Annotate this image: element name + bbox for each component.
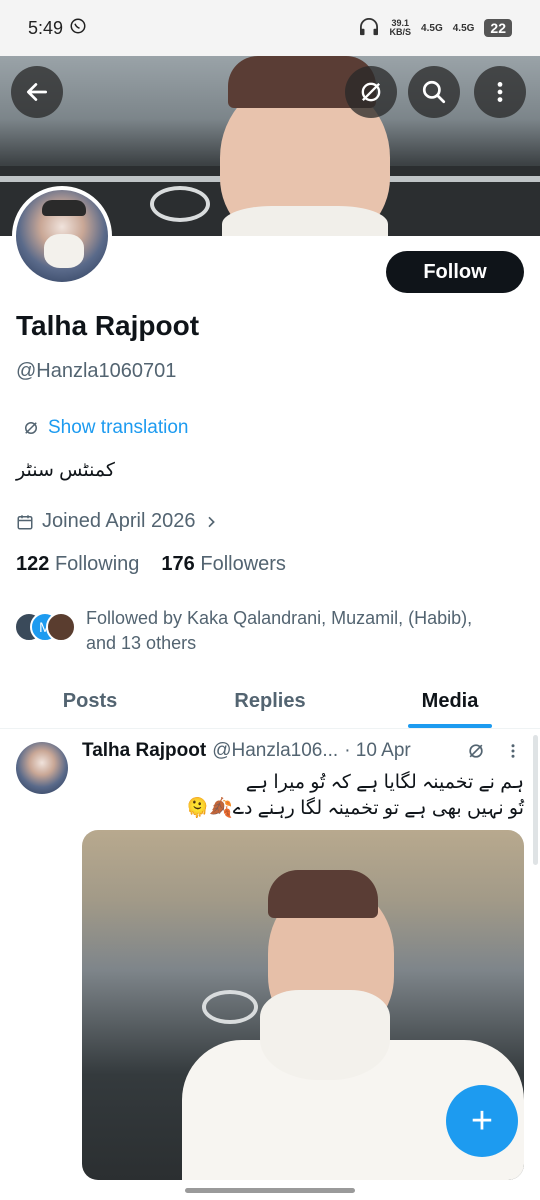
avatar-beard — [44, 234, 84, 268]
followers-label: Followers — [200, 553, 286, 575]
post-author: Talha Rajpoot — [82, 740, 207, 761]
post-text-line1: ہم نے تخمینہ لگایا ہے کہ تُو میرا ہے — [245, 772, 524, 793]
translate-icon[interactable] — [466, 741, 486, 761]
signal-indicator-2: 4.5G — [452, 22, 475, 34]
profile-handle: @Hanzla1060701 — [16, 360, 177, 382]
more-options-button[interactable] — [474, 66, 526, 118]
post-actions — [466, 741, 522, 761]
post-date: · 10 Apr — [344, 740, 411, 761]
arrow-left-icon — [26, 83, 48, 101]
show-translation-label: Show translation — [48, 417, 189, 438]
calendar-icon — [17, 514, 33, 529]
post-text-line2: تُو نہیں بھی ہے تو تخمینہ لگا رہنے دے🍂🫠 — [185, 798, 525, 819]
signal-indicator-1: 4.5G — [421, 22, 443, 34]
battery-indicator: 22 — [484, 19, 512, 37]
whatsapp-icon — [69, 17, 87, 40]
tab-posts[interactable]: Posts — [0, 675, 180, 728]
media-beard — [260, 990, 390, 1080]
media-car-logo — [202, 990, 258, 1024]
followed-by-line2: and 13 others — [86, 633, 197, 653]
followed-by-avatars: M — [14, 612, 76, 644]
back-button[interactable] — [11, 66, 63, 118]
more-vertical-icon — [497, 82, 503, 102]
compose-post-button[interactable]: + — [446, 1085, 518, 1157]
banner-beard — [222, 206, 388, 236]
post-handle: @Hanzla106... — [212, 740, 339, 761]
more-vertical-icon[interactable] — [504, 742, 522, 760]
chevron-right-icon — [208, 516, 216, 527]
joined-date[interactable]: Joined April 2026 — [16, 510, 219, 533]
headphones-icon — [358, 17, 380, 39]
following-label: Following — [54, 553, 140, 575]
search-button[interactable] — [408, 66, 460, 118]
following-stat[interactable]: 122 Following — [16, 553, 139, 576]
profile-avatar[interactable] — [12, 186, 112, 286]
translate-icon — [25, 422, 37, 434]
followed-by-line1: Followed by Kaka Qalandrani, Muzamil, (H… — [86, 608, 473, 628]
net-speed-unit: KB/S — [389, 27, 412, 37]
tab-media[interactable]: Media — [360, 675, 540, 728]
translate-button[interactable] — [345, 66, 397, 118]
post-header: Talha Rajpoot @Hanzla106... · 10 Apr — [82, 740, 522, 762]
search-icon — [422, 80, 446, 104]
profile-tabs: Posts Replies Media — [0, 675, 540, 729]
net-speed: 39.1 KB/S — [390, 19, 412, 37]
post-text: ہم نے تخمینہ لگایا ہے کہ تُو میرا ہے تُو… — [82, 770, 525, 822]
home-indicator[interactable] — [185, 1188, 355, 1193]
joined-label: Joined April 2026 — [42, 510, 196, 532]
scrollbar[interactable] — [533, 735, 538, 865]
follow-button[interactable]: Follow — [386, 251, 524, 293]
media-cap — [268, 870, 378, 918]
followers-count: 176 — [161, 553, 195, 575]
banner-car-logo — [150, 186, 210, 222]
translate-icon — [361, 82, 381, 102]
show-translation-link[interactable]: Show translation — [22, 417, 188, 439]
profile-bio: کمنٹس سنٹر — [16, 460, 115, 481]
status-time: 5:49 — [28, 17, 64, 38]
post-avatar[interactable] — [16, 742, 68, 794]
mini-avatar-3 — [46, 612, 76, 642]
followed-by[interactable]: M Followed by Kaka Qalandrani, Muzamil, … — [14, 606, 472, 656]
avatar-cap — [42, 200, 86, 216]
follow-stats: 122 Following 176 Followers — [16, 553, 286, 576]
profile-name: Talha Rajpoot — [16, 310, 200, 341]
followers-stat[interactable]: 176 Followers — [161, 553, 286, 576]
status-bar: 5:49 39.1 KB/S 4.5G 4.5G 22 — [0, 0, 540, 56]
tab-replies[interactable]: Replies — [180, 675, 360, 728]
following-count: 122 — [16, 553, 50, 575]
followed-by-text: Followed by Kaka Qalandrani, Muzamil, (H… — [86, 606, 472, 656]
